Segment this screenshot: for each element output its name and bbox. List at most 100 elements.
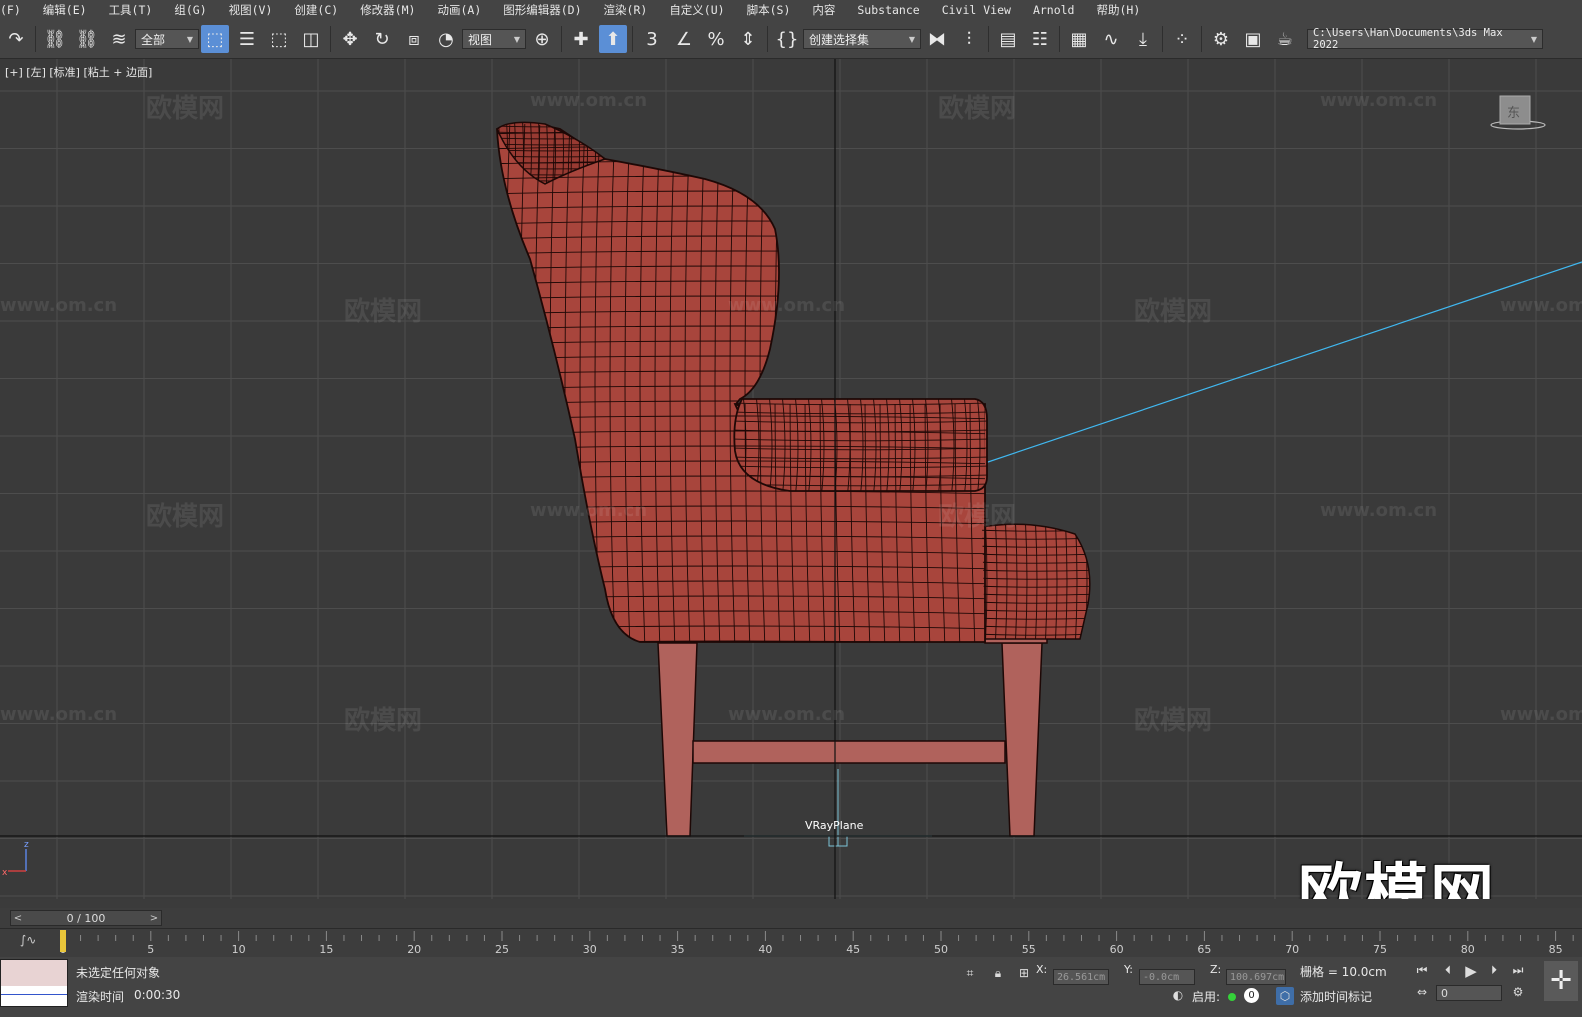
menu-item[interactable]: 创建(C): [283, 2, 349, 18]
go-to-end-icon[interactable]: ⏭: [1510, 963, 1526, 978]
lock-selection-icon[interactable]: 🔒︎: [990, 965, 1006, 981]
select-by-name-icon[interactable]: ☰: [233, 25, 261, 53]
viewport-canvas[interactable]: z x: [0, 59, 1582, 899]
move-icon[interactable]: ✥: [336, 25, 364, 53]
camera-target-line: [981, 261, 1582, 465]
selection-filter-dropdown[interactable]: 全部 ▼: [135, 29, 199, 49]
menu-item[interactable]: 自定义(U): [658, 2, 735, 18]
menu-item[interactable]: 渲染(R): [593, 2, 659, 18]
redo-icon[interactable]: ↷: [2, 25, 30, 53]
menu-item[interactable]: 组(G): [163, 2, 217, 18]
rotate-icon[interactable]: ↻: [368, 25, 396, 53]
menu-item[interactable]: Substance: [846, 3, 930, 17]
add-time-tag-label[interactable]: 添加时间标记: [1300, 988, 1372, 1005]
track-tick-label: 55: [1022, 943, 1036, 956]
chevron-right-icon[interactable]: >: [147, 913, 161, 924]
ref-coord-dropdown[interactable]: 视图 ▼: [462, 29, 526, 49]
window-crossing-icon[interactable]: ◫: [297, 25, 325, 53]
unlink-icon[interactable]: ⛓: [73, 25, 101, 53]
vrayplane-label: VRayPlane: [805, 819, 864, 832]
play-icon[interactable]: ▶: [1462, 962, 1480, 980]
select-object-icon[interactable]: ⬚: [201, 25, 229, 53]
chair-stretcher: [692, 740, 1006, 764]
curve-editor-icon[interactable]: ∿: [1097, 25, 1125, 53]
menu-item[interactable]: (F): [0, 3, 32, 17]
time-slider-label: 0 / 100: [66, 911, 106, 925]
coord-x-field[interactable]: 26.561cm: [1053, 969, 1109, 985]
time-tag-icon[interactable]: ⬡: [1276, 987, 1294, 1005]
viewcube[interactable]: 东: [1490, 94, 1546, 134]
track-tick-label: 20: [407, 943, 421, 956]
watermark-text: 欧模网: [344, 297, 423, 327]
link-icon[interactable]: ⛓: [41, 25, 69, 53]
previous-frame-icon[interactable]: ⏴: [1440, 963, 1456, 978]
key-mode-icon[interactable]: ⇔: [1414, 985, 1430, 999]
viewcube-face-label: 东: [1507, 106, 1521, 121]
menu-item[interactable]: 编辑(E): [32, 2, 98, 18]
render-production-icon[interactable]: ☕: [1271, 25, 1299, 53]
menu-item[interactable]: 图形编辑器(D): [492, 2, 592, 18]
pivot-center-icon[interactable]: ⊕: [528, 25, 556, 53]
angle-snap-icon[interactable]: ∠: [670, 25, 698, 53]
bind-space-warp-icon[interactable]: ≋: [105, 25, 133, 53]
material-editor-icon[interactable]: ⁘: [1168, 25, 1196, 53]
watermark-text: 欧模网: [344, 706, 423, 736]
snaps-toggle-icon[interactable]: 3: [638, 25, 666, 53]
scale-icon[interactable]: ⧈: [400, 25, 428, 53]
scene-explorer-icon[interactable]: ▤: [994, 25, 1022, 53]
menu-item[interactable]: 脚本(S): [736, 2, 802, 18]
menu-item[interactable]: 工具(T): [98, 2, 164, 18]
spinner-snap-icon[interactable]: ⇕: [734, 25, 762, 53]
status-indicator-icon: [1228, 993, 1236, 1001]
percent-snap-icon[interactable]: %: [702, 25, 730, 53]
named-selection-dropdown[interactable]: 创建选择集 ▼: [803, 29, 921, 49]
next-frame-icon[interactable]: ⏵: [1486, 963, 1502, 978]
mirror-icon[interactable]: ⧓: [923, 25, 951, 53]
track-tick-label: 15: [319, 943, 333, 956]
menu-item[interactable]: 内容: [801, 2, 846, 18]
edit-named-selection-icon[interactable]: {}: [773, 25, 801, 53]
track-bar[interactable]: ∫∿ 0510152025303540455055606570758085: [0, 928, 1582, 957]
watermark-text: www.om.cn: [728, 295, 846, 316]
time-config-icon[interactable]: ⚙: [1510, 985, 1526, 999]
chair-back-wing: [496, 123, 986, 643]
ribbon-toggle-icon[interactable]: ▦: [1065, 25, 1093, 53]
chevron-left-icon[interactable]: <: [11, 913, 25, 924]
rendered-frame-window-icon[interactable]: ▣: [1239, 25, 1267, 53]
chair-leg-front: [657, 642, 698, 837]
ref-coord-value: 视图: [468, 32, 493, 47]
coord-z-field[interactable]: 100.697cm: [1226, 969, 1286, 985]
menu-item[interactable]: 帮助(H): [1085, 2, 1151, 18]
track-tick-label: 25: [495, 943, 509, 956]
toolbar-separator: [988, 26, 989, 52]
align-icon[interactable]: ⫶: [955, 25, 983, 53]
layer-explorer-icon[interactable]: ☷: [1026, 25, 1054, 53]
menu-item[interactable]: Arnold: [1022, 3, 1086, 17]
viewport-navigation-icon[interactable]: ✛: [1544, 961, 1578, 1001]
coord-y-field[interactable]: -0.0cm: [1139, 969, 1195, 985]
time-slider[interactable]: < 0 / 100 >: [10, 910, 162, 926]
viewport-left[interactable]: z x [+] [左] [标准] [粘土 + 边面] 东 欧模网 www.om.…: [0, 59, 1582, 899]
manipulate-icon[interactable]: ✚: [567, 25, 595, 53]
track-tick-label: 65: [1197, 943, 1211, 956]
absolute-mode-icon[interactable]: ⊞: [1016, 965, 1032, 981]
menu-item[interactable]: 视图(V): [218, 2, 284, 18]
render-setup-icon[interactable]: ⚙: [1207, 25, 1235, 53]
go-to-start-icon[interactable]: ⏮: [1414, 963, 1430, 978]
schematic-view-icon[interactable]: ⤓: [1129, 25, 1157, 53]
menu-item[interactable]: 修改器(M): [349, 2, 426, 18]
adaptive-degradation-icon[interactable]: ◐: [1170, 987, 1186, 1003]
menu-item[interactable]: Civil View: [931, 3, 1022, 17]
isolate-selection-icon[interactable]: ⌗: [962, 965, 978, 981]
enable-count-badge: 0: [1244, 988, 1259, 1003]
keyboard-shortcut-override-icon[interactable]: ⬆: [599, 25, 627, 53]
current-frame-field[interactable]: 0: [1436, 985, 1502, 1001]
track-tick-label: 10: [232, 943, 246, 956]
place-icon[interactable]: ◔: [432, 25, 460, 53]
project-path-dropdown[interactable]: C:\Users\Han\Documents\3ds Max 2022 ▼: [1307, 27, 1543, 51]
viewport-label[interactable]: [+] [左] [标准] [粘土 + 边面]: [5, 64, 152, 80]
track-tick-label: 30: [583, 943, 597, 956]
rectangle-selection-icon[interactable]: ⬚: [265, 25, 293, 53]
menu-item[interactable]: 动画(A): [426, 2, 492, 18]
maxscript-listener-mini[interactable]: [0, 959, 68, 1007]
